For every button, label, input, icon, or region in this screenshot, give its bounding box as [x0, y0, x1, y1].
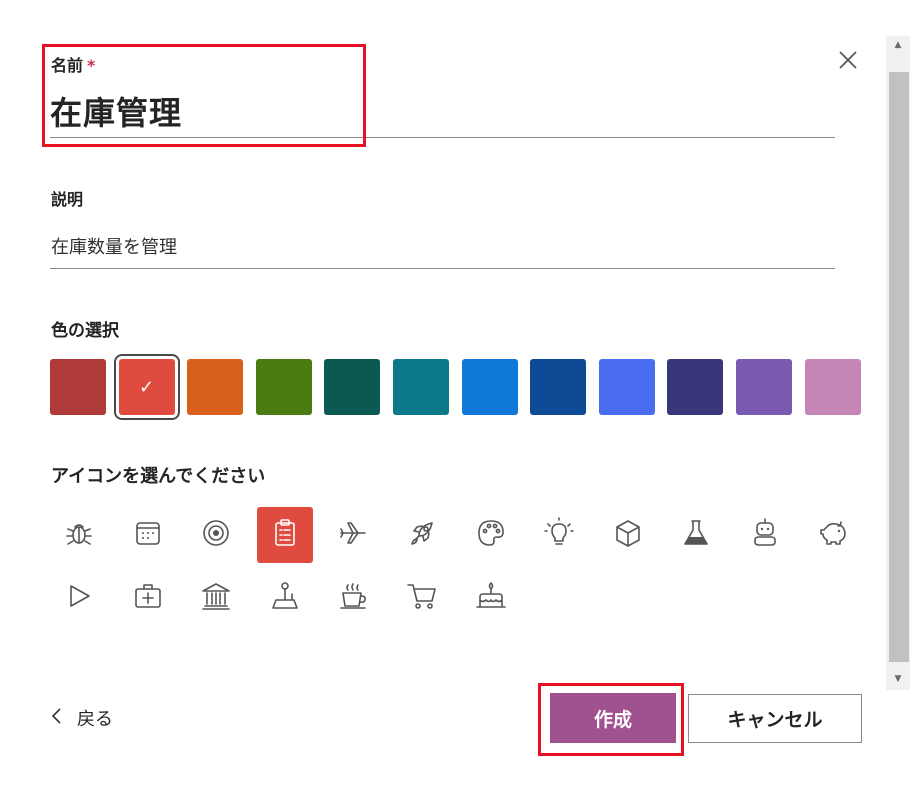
icon-option[interactable] — [256, 507, 313, 563]
color-swatch[interactable] — [324, 359, 381, 415]
icon-picker-label: アイコンを選んでください — [51, 466, 266, 487]
color-swatch[interactable] — [598, 359, 655, 415]
airplane-icon — [336, 516, 370, 554]
icon-option[interactable] — [600, 507, 656, 563]
cube-icon — [611, 516, 645, 554]
icon-option[interactable] — [325, 507, 381, 563]
bank-icon — [199, 579, 233, 617]
color-swatch[interactable] — [461, 359, 518, 415]
rocket-icon — [405, 516, 439, 554]
lightbulb-icon — [542, 516, 576, 554]
color-swatch[interactable] — [736, 359, 792, 415]
first-aid-icon — [131, 579, 165, 617]
icon-option[interactable] — [737, 507, 793, 563]
icon-option[interactable] — [120, 507, 176, 563]
robot-icon — [748, 516, 782, 554]
icon-option[interactable] — [463, 570, 519, 626]
icon-option[interactable] — [188, 507, 244, 563]
icon-option[interactable] — [120, 570, 176, 626]
description-label: 説明 — [51, 190, 84, 209]
color-swatch[interactable] — [50, 359, 106, 415]
calendar-icon — [131, 516, 165, 554]
description-input-underline — [50, 268, 835, 269]
icon-option[interactable] — [188, 570, 244, 626]
create-highlight-box — [538, 683, 684, 756]
play-icon — [62, 579, 96, 617]
cart-icon — [405, 579, 439, 617]
cancel-button[interactable]: キャンセル — [688, 694, 862, 743]
icon-option[interactable] — [394, 570, 450, 626]
joystick-icon — [268, 579, 302, 617]
icon-option[interactable] — [806, 507, 862, 563]
color-swatch[interactable] — [804, 359, 861, 415]
color-swatch[interactable] — [393, 359, 449, 415]
color-swatch[interactable] — [667, 359, 724, 415]
icon-option[interactable] — [668, 507, 724, 563]
icon-option[interactable] — [394, 507, 450, 563]
icon-option[interactable] — [51, 570, 107, 626]
name-highlight-box — [42, 44, 366, 147]
color-swatch[interactable] — [187, 359, 244, 415]
close-icon[interactable] — [836, 48, 860, 72]
icon-option[interactable] — [51, 507, 107, 563]
scroll-down-arrow[interactable]: ▼ — [886, 670, 910, 688]
checkmark-icon: ✓ — [139, 376, 155, 398]
coffee-icon — [336, 579, 370, 617]
back-label: 戻る — [77, 709, 113, 730]
icon-option[interactable] — [257, 570, 313, 626]
scrollbar-thumb[interactable] — [889, 72, 909, 662]
back-button[interactable]: 戻る — [51, 705, 113, 731]
target-icon — [199, 516, 233, 554]
chevron-left-icon — [51, 707, 63, 730]
create-team-dialog: 名前 * 在庫管理 説明 在庫数量を管理 色の選択 ✓ アイコンを選んでください … — [0, 0, 914, 792]
scroll-up-arrow[interactable]: ▲ — [886, 36, 910, 54]
color-swatch[interactable]: ✓ — [113, 354, 180, 420]
clipboard-icon — [268, 516, 302, 554]
icon-option[interactable] — [463, 507, 519, 563]
color-picker-label: 色の選択 — [51, 321, 119, 341]
bug-icon — [62, 516, 96, 554]
palette-icon — [474, 516, 508, 554]
color-swatch[interactable] — [530, 359, 587, 415]
icon-option[interactable] — [325, 570, 381, 626]
cake-icon — [474, 579, 508, 617]
color-swatch[interactable] — [255, 359, 312, 415]
icon-option[interactable] — [531, 507, 587, 563]
flask-icon — [679, 516, 713, 554]
description-input[interactable]: 在庫数量を管理 — [51, 233, 177, 259]
piggy-bank-icon — [817, 516, 851, 554]
